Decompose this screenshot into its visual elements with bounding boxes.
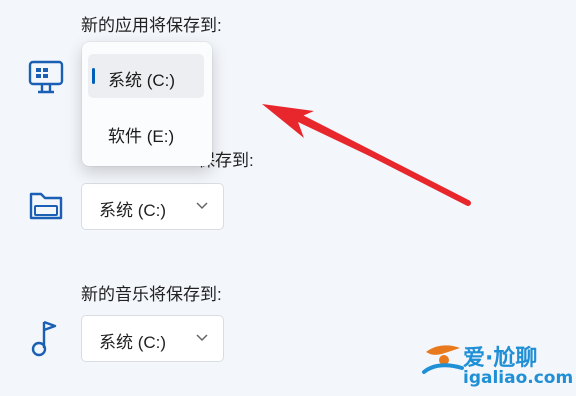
chevron-down-icon (196, 202, 208, 210)
music-drive-value: 系统 (C:) (99, 333, 167, 352)
apps-drive-dropdown: 系统 (C:) 软件 (E:) (82, 42, 212, 166)
dropdown-option-label: 软件 (E:) (108, 127, 175, 146)
dropdown-option-e[interactable]: 软件 (E:) (88, 110, 204, 154)
dropdown-option-label: 系统 (C:) (108, 71, 176, 90)
monitor-app-icon (28, 60, 64, 94)
music-save-label: 新的音乐将保存到: (81, 285, 222, 304)
folder-drive-icon (29, 192, 63, 220)
documents-drive-value: 系统 (C:) (99, 201, 167, 220)
watermark-logo (422, 345, 464, 374)
apps-save-label: 新的应用将保存到: (81, 16, 222, 35)
music-drive-select[interactable]: 系统 (C:) (81, 315, 224, 362)
music-note-icon (31, 320, 57, 357)
documents-drive-select[interactable]: 系统 (C:) (81, 183, 224, 230)
dropdown-option-c[interactable]: 系统 (C:) (88, 54, 204, 98)
selection-indicator (92, 68, 95, 84)
watermark-url: igaliao.com (463, 368, 574, 388)
chevron-down-icon (196, 334, 208, 342)
